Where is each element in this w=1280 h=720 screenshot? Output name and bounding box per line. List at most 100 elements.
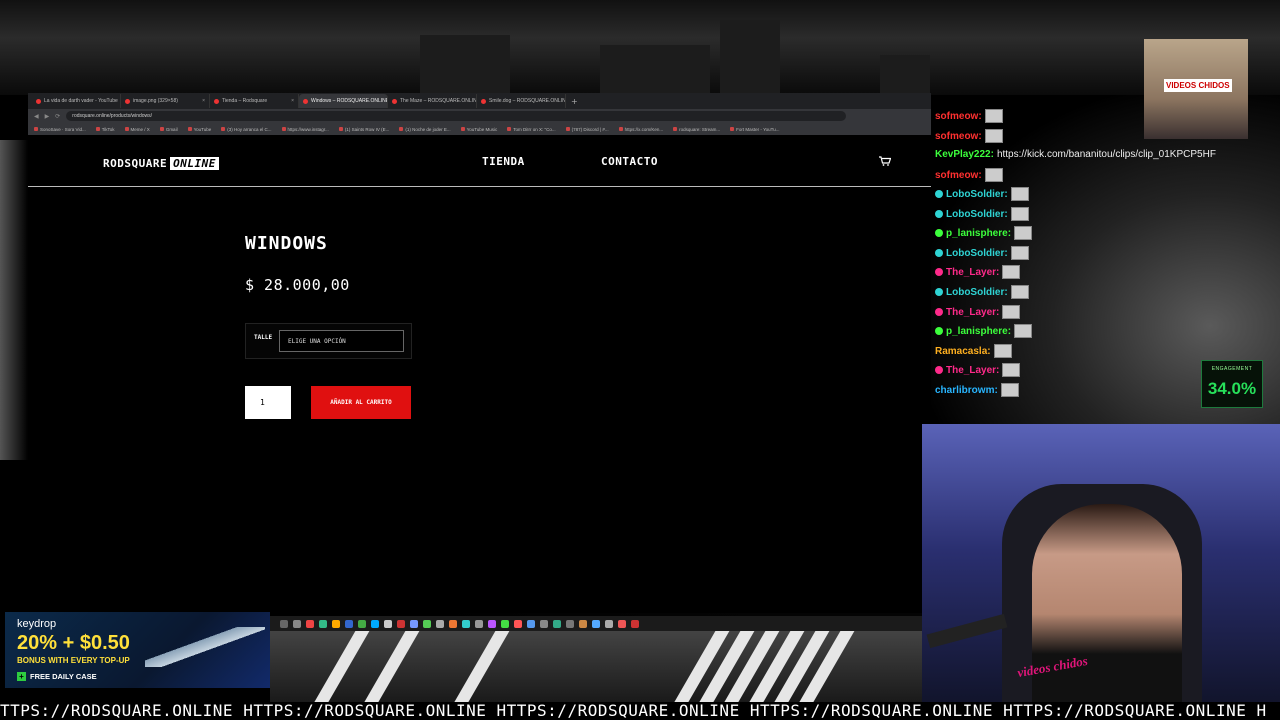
bookmark-favicon-icon xyxy=(281,127,286,131)
tab-favicon-icon xyxy=(125,98,130,104)
bookmark-item[interactable]: https://x.com/Ken... xyxy=(618,127,663,132)
chat-message: LoboSoldier: xyxy=(935,246,1029,260)
taskbar-app-icon[interactable] xyxy=(423,619,431,628)
url-field[interactable]: rodsquare.online/products/windows/ xyxy=(66,111,847,121)
top-video-overlay: VIDEOS CHIDOS xyxy=(1144,39,1248,139)
reload-icon[interactable]: ⟳ xyxy=(55,113,60,120)
bookmark-item[interactable]: https://www.instagr... xyxy=(281,127,329,132)
quantity-input[interactable]: 1 xyxy=(245,386,291,419)
taskbar-app-icon[interactable] xyxy=(319,619,327,628)
microphone xyxy=(926,613,1008,649)
taskbar-app-icon[interactable] xyxy=(553,619,561,628)
tab-favicon-icon xyxy=(214,98,219,104)
left-background-strip xyxy=(0,140,28,460)
back-icon[interactable]: ◀ xyxy=(34,113,39,120)
taskbar-app-icon[interactable] xyxy=(631,619,639,628)
chat-badge-icon xyxy=(935,308,943,316)
chat-emote-icon xyxy=(1010,246,1029,260)
streamer-webcam: videos chidos xyxy=(922,424,1280,704)
tab-favicon-icon xyxy=(36,98,41,104)
bookmark-item[interactable]: YouTube xyxy=(187,127,211,132)
nav-contacto[interactable]: CONTACTO xyxy=(601,155,658,168)
chat-username: sofmeow: xyxy=(935,110,982,122)
bookmark-favicon-icon xyxy=(399,127,404,131)
bookmark-favicon-icon xyxy=(338,127,343,131)
taskbar-app-icon[interactable] xyxy=(566,619,574,628)
bookmark-item[interactable]: YouTube Music xyxy=(460,127,497,132)
taskbar-app-icon[interactable] xyxy=(280,619,288,628)
browser-tab[interactable]: The Maze – RODSQUARE.ONLINE× xyxy=(388,94,477,108)
site-logo[interactable]: RODSQUARE ONLINE xyxy=(103,157,219,170)
close-tab-icon[interactable]: × xyxy=(202,98,205,104)
taskbar-app-icon[interactable] xyxy=(501,619,509,628)
bookmark-item[interactable]: Tom DiIrr on X: "Co... xyxy=(507,127,556,132)
bookmark-item[interactable]: (3) Hoy arranca el C... xyxy=(221,127,272,132)
taskbar-app-icon[interactable] xyxy=(540,619,548,628)
taskbar-app-icon[interactable] xyxy=(306,619,314,628)
taskbar-app-icon[interactable] xyxy=(293,619,301,628)
chat-message: sofmeow: xyxy=(935,109,1003,123)
nav-tienda[interactable]: TIENDA xyxy=(482,155,525,168)
engagement-widget: ENGAGEMENT 34.0% xyxy=(1201,360,1263,408)
chat-emote-icon xyxy=(1014,324,1033,338)
bookmark-item[interactable]: Gmail xyxy=(159,126,178,132)
chat-badge-icon xyxy=(935,288,943,296)
tab-label: image.png (329×58) xyxy=(133,98,178,104)
bookmark-favicon-icon xyxy=(95,127,100,131)
bookmark-favicon-icon xyxy=(507,127,512,131)
taskbar-app-icon[interactable] xyxy=(332,619,340,628)
daily-case-text: FREE DAILY CASE xyxy=(30,672,97,681)
taskbar-app-icon[interactable] xyxy=(436,619,444,628)
cart-icon[interactable] xyxy=(879,156,891,166)
tab-favicon-icon xyxy=(392,98,397,104)
chat-emote-icon xyxy=(1002,305,1021,319)
bookmark-item[interactable]: Meme / X xyxy=(124,127,150,132)
bookmark-favicon-icon xyxy=(460,127,465,131)
browser-tab[interactable]: Smile.dog – RODSQUARE.ONLINE× xyxy=(477,94,566,108)
rifle-graphic xyxy=(145,627,265,667)
taskbar-app-icon[interactable] xyxy=(618,619,626,628)
taskbar-app-icon[interactable] xyxy=(384,619,392,628)
taskbar-app-icon[interactable] xyxy=(605,619,613,628)
chat-username: LoboSoldier: xyxy=(946,247,1008,259)
taskbar-app-icon[interactable] xyxy=(488,619,496,628)
chat-emote-icon xyxy=(1014,226,1033,240)
taskbar-app-icon[interactable] xyxy=(358,619,366,628)
bookmark-item[interactable]: SonoSave · Sora Vid... xyxy=(34,127,86,132)
logo-main: RODSQUARE xyxy=(103,157,168,170)
logo-accent: ONLINE xyxy=(170,157,219,170)
size-label: TALLE xyxy=(254,334,273,341)
close-tab-icon[interactable]: × xyxy=(291,98,294,104)
taskbar-app-icon[interactable] xyxy=(345,619,353,628)
browser-tab[interactable]: Windows – RODSQUARE.ONLINE× xyxy=(299,94,388,108)
taskbar-app-icon[interactable] xyxy=(514,619,522,628)
taskbar-app-icon[interactable] xyxy=(527,619,535,628)
bookmark-item[interactable]: (1) Noche de joder E... xyxy=(399,127,451,132)
bookmark-item[interactable]: rodsquare: Stream... xyxy=(673,127,720,132)
bookmark-item[interactable]: (1) Saints Row IV (E... xyxy=(338,127,389,132)
browser-tab[interactable]: Tienda – Rodsquare × xyxy=(210,94,299,108)
taskbar-app-icon[interactable] xyxy=(579,619,587,628)
site-header: RODSQUARE ONLINE TIENDA CONTACTO xyxy=(28,135,931,187)
taskbar-app-icon[interactable] xyxy=(462,619,470,628)
bookmark-label: (787) Discord | #... xyxy=(571,126,609,132)
forward-icon[interactable]: ▶ xyxy=(45,113,50,120)
bookmark-item[interactable]: TikTok xyxy=(95,127,115,132)
taskbar-app-icon[interactable] xyxy=(592,619,600,628)
taskbar-app-icon[interactable] xyxy=(449,619,457,628)
new-tab-icon[interactable]: + xyxy=(566,97,578,106)
chat-emote-icon xyxy=(1010,285,1029,299)
bookmark-favicon-icon xyxy=(673,127,678,131)
taskbar-app-icon[interactable] xyxy=(397,619,405,628)
browser-tab[interactable]: image.png (329×58) × xyxy=(121,94,210,108)
browser-tab[interactable]: La vida de darth vader - YouTube× xyxy=(32,94,121,108)
taskbar-app-icon[interactable] xyxy=(475,619,483,628)
bookmark-label: Gmail xyxy=(165,126,178,132)
add-to-cart-button[interactable]: AÑADIR AL CARRITO xyxy=(311,386,411,419)
bookmark-favicon-icon xyxy=(221,127,226,131)
bookmark-item[interactable]: (787) Discord | #... xyxy=(565,126,609,132)
taskbar-app-icon[interactable] xyxy=(371,619,379,628)
size-select[interactable]: ELIGE UNA OPCIÓN xyxy=(279,330,404,352)
bookmark-item[interactable]: Fort Master - YouTu... xyxy=(730,127,780,132)
taskbar-app-icon[interactable] xyxy=(410,619,418,628)
